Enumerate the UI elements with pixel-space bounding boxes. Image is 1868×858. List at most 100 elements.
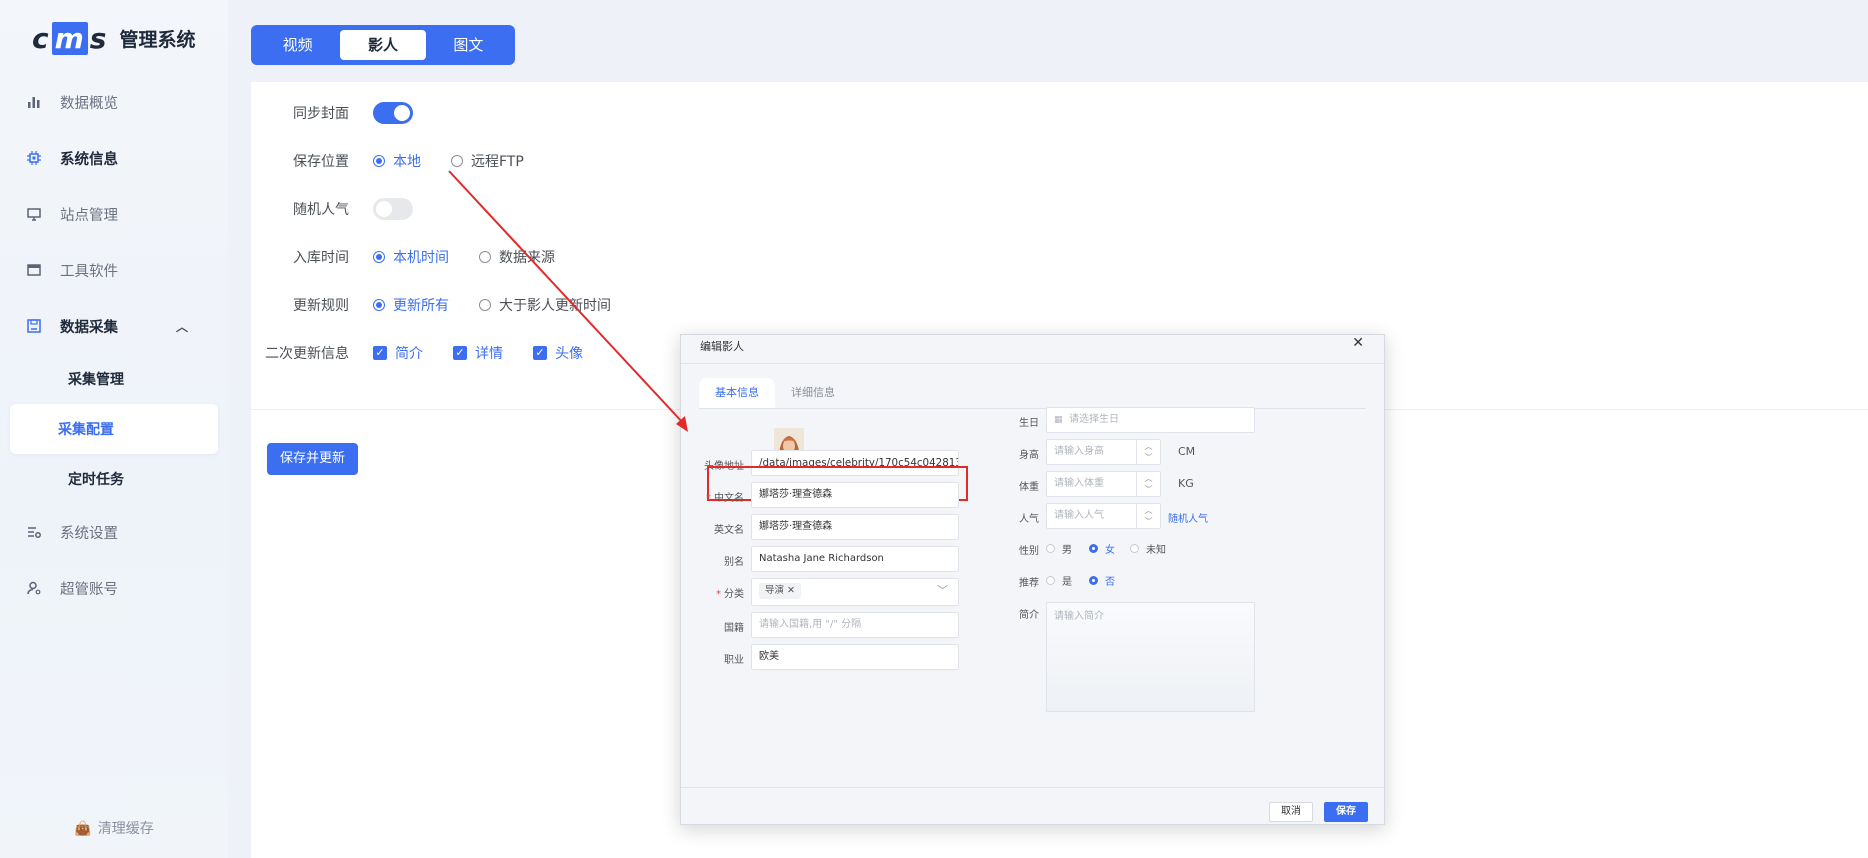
tab-basic-info[interactable]: 基本信息 [699,378,775,408]
intro-textarea[interactable]: 请输入简介 [1046,602,1255,712]
radio-dot [479,251,491,263]
required-mark: * [706,493,711,504]
update-rule-row: 更新规则 更新所有 大于影人更新时间 [251,293,641,317]
sidebar-item-tools[interactable]: 工具软件 [0,242,228,298]
sidebar-subitem-scheduled-tasks[interactable]: 定时任务 [10,454,218,504]
occupation-input[interactable]: 欧美 [751,644,959,670]
form-label: 更新规则 [293,298,349,314]
monitor-icon [26,206,42,222]
sidebar-item-label: 数据概览 [60,95,118,112]
save-icon [26,318,42,334]
placeholder-text: 请输入体重 [1054,478,1104,489]
birthday-label: 生日 [1019,418,1039,429]
radio-remote-ftp[interactable]: 远程FTP [451,151,524,171]
tab-detail-info[interactable]: 详细信息 [775,378,851,408]
radio-dot [1046,576,1055,585]
chevron-up-icon: ︿ [175,319,188,334]
tab-celebrity[interactable]: 影人 [340,30,426,60]
check-icon: ✓ [533,346,547,360]
alias-label: 别名 [724,557,744,568]
checkbox-label: 头像 [555,346,583,362]
close-icon[interactable]: ✕ [787,585,795,596]
sidebar-item-data-collection[interactable]: 数据采集 ︿ [0,298,228,354]
height-label: 身高 [1019,450,1039,461]
sidebar-item-system-info[interactable]: 系统信息 [0,130,228,186]
radio-dot [1089,576,1098,585]
radio-label: 女 [1105,545,1115,556]
divider [681,787,1384,788]
chip-icon [26,150,42,166]
chinese-name-label: * 中文名 [704,489,744,504]
category-select[interactable]: 导演 ✕ ﹀ [751,578,959,606]
chinese-name-input[interactable]: 娜塔莎·理查德森 [751,482,959,508]
random-popularity-switch[interactable] [373,198,413,220]
sidebar-item-site-management[interactable]: 站点管理 [0,186,228,242]
radio-label: 否 [1105,577,1115,588]
clear-cache-label: 清理缓存 [97,821,154,837]
radio-gender-female[interactable]: 女 [1089,541,1115,556]
sidebar: cms 管理系统 数据概览 系统信息 站点管理 工具软件 数据采集 ︿ 采集管理… [0,0,228,858]
sidebar-item-label: 系统信息 [60,151,118,168]
save-button[interactable]: 保存 [1324,802,1368,822]
close-icon[interactable]: ✕ [1352,335,1364,351]
sidebar-item-data-overview[interactable]: 数据概览 [0,74,228,130]
radio-local-time[interactable]: 本机时间 [373,247,449,267]
bar-chart-icon [26,94,42,110]
radio-local[interactable]: 本地 [373,151,421,171]
alias-input[interactable]: Natasha Jane Richardson [751,546,959,572]
tab-article[interactable]: 图文 [426,30,511,60]
clear-cache-button[interactable]: 👜 清理缓存 [0,818,228,838]
sidebar-item-label: 数据采集 [60,319,118,336]
english-name-input[interactable]: 娜塔莎·理查德森 [751,514,959,540]
radio-recommend-no[interactable]: 否 [1089,573,1115,588]
popularity-input[interactable]: 请输入人气 ︿ ﹀ [1046,503,1161,529]
birthday-picker[interactable]: ▦ 请选择生日 [1046,407,1255,433]
radio-update-all[interactable]: 更新所有 [373,295,449,315]
sidebar-item-admin-account[interactable]: 超管账号 [0,560,228,616]
stepper-arrows-icon[interactable]: ︿ ﹀ [1136,504,1160,528]
sidebar-item-label: 系统设置 [60,525,118,542]
radio-data-source[interactable]: 数据来源 [479,247,555,267]
radio-gender-male[interactable]: 男 [1046,541,1072,556]
divider [699,408,1366,409]
checkbox-details[interactable]: ✓ 详情 [453,343,503,363]
popularity-label: 人气 [1019,514,1039,525]
weight-label: 体重 [1019,482,1039,493]
checkbox-avatar[interactable]: ✓ 头像 [533,343,583,363]
weight-input[interactable]: 请输入体重 ︿ ﹀ [1046,471,1161,497]
english-name-label: 英文名 [714,525,744,536]
settings-icon [26,524,42,540]
radio-recommend-yes[interactable]: 是 [1046,573,1072,588]
random-popularity-link[interactable]: 随机人气 [1168,510,1208,525]
radio-label: 远程FTP [471,154,524,170]
checkbox-intro[interactable]: ✓ 简介 [373,343,423,363]
radio-label: 数据来源 [499,250,555,266]
radio-dot [1089,544,1098,553]
logo-mark: cms [32,22,108,55]
calendar-icon: ▦ [1054,415,1063,425]
stepper-arrows-icon[interactable]: ︿ ﹀ [1136,440,1160,464]
radio-label: 未知 [1146,545,1166,556]
radio-dot [373,299,385,311]
sidebar-item-system-settings[interactable]: 系统设置 [0,504,228,560]
radio-dot [373,251,385,263]
radio-gender-unknown[interactable]: 未知 [1130,541,1166,556]
nationality-input[interactable]: 请输入国籍,用 "/" 分隔 [751,612,959,638]
form-label: 同步封面 [293,106,349,122]
sidebar-subitem-collection-config[interactable]: 采集配置 [10,404,218,454]
gender-label: 性别 [1019,546,1039,557]
radio-newer-than-update[interactable]: 大于影人更新时间 [479,295,611,315]
edit-celebrity-dialog: 编辑影人 ✕ 基本信息 详细信息 头像地址 /data/images/celeb… [680,334,1385,825]
radio-label: 本机时间 [393,250,449,266]
height-input[interactable]: 请输入身高 ︿ ﹀ [1046,439,1161,465]
stepper-arrows-icon[interactable]: ︿ ﹀ [1136,472,1160,496]
random-popularity-row: 随机人气 [251,197,413,221]
cancel-button[interactable]: 取消 [1269,802,1313,822]
tab-video[interactable]: 视频 [255,30,340,60]
form-label: 保存位置 [293,154,349,170]
sync-cover-switch[interactable] [373,102,413,124]
save-and-update-button[interactable]: 保存并更新 [267,443,358,475]
sidebar-subitem-collection-management[interactable]: 采集管理 [10,354,218,404]
dialog-tabs: 基本信息 详细信息 [699,378,851,408]
label-text: 分类 [724,589,744,600]
